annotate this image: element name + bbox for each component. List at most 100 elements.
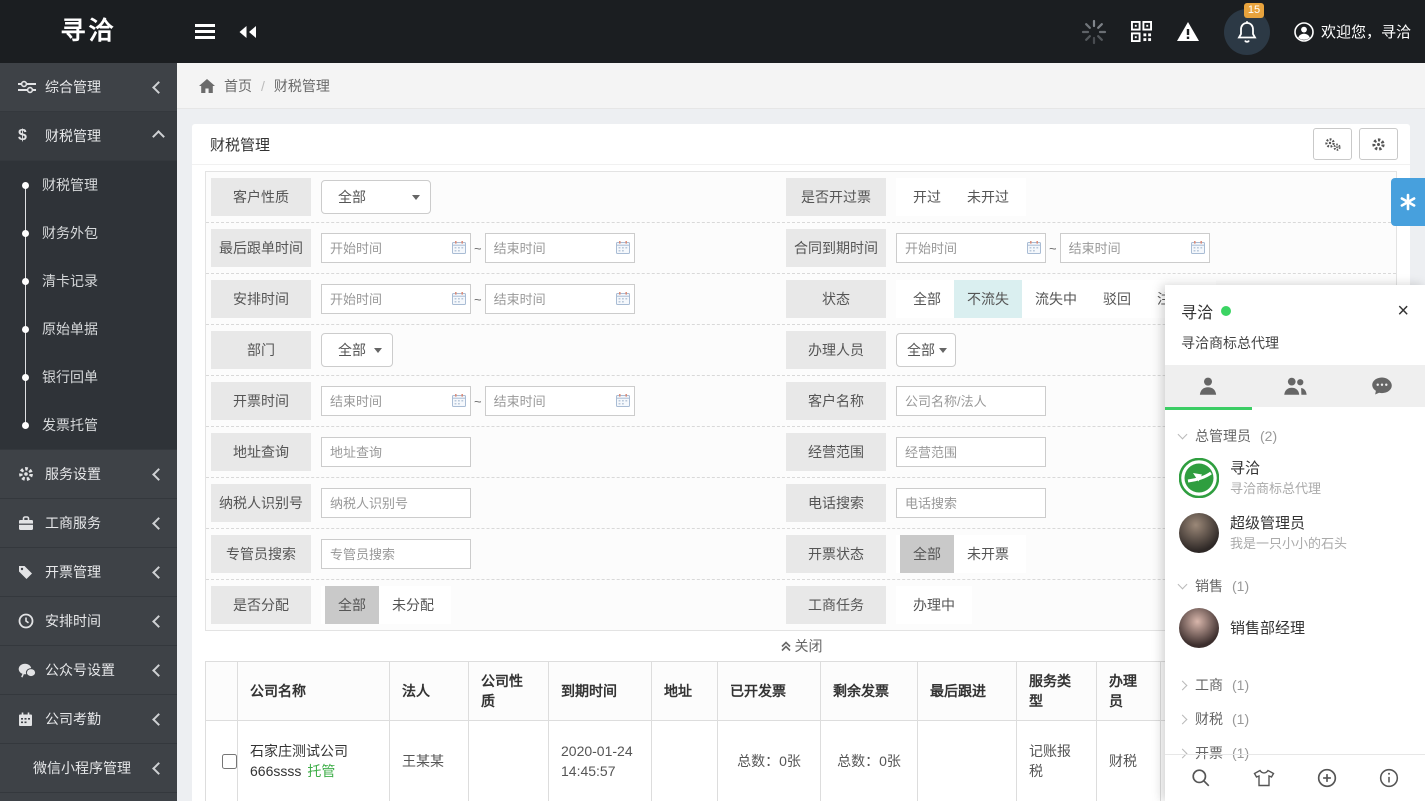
filter-label-customer-name: 客户名称 bbox=[786, 382, 886, 420]
arrange-end-input[interactable] bbox=[485, 284, 635, 314]
contract-expire-start-input[interactable] bbox=[896, 233, 1046, 263]
status-option-losing[interactable]: 流失中 bbox=[1022, 280, 1090, 318]
invoice-time-end-input[interactable] bbox=[485, 386, 635, 416]
sidebar-item-schedule-time[interactable]: 安排时间 bbox=[0, 597, 177, 646]
chevron-right-icon bbox=[1178, 714, 1188, 724]
address-input[interactable] bbox=[321, 437, 471, 467]
info-circle-icon bbox=[1379, 768, 1399, 788]
app-logo[interactable]: 寻洽 bbox=[0, 0, 177, 63]
last-follow-start-input[interactable] bbox=[321, 233, 471, 263]
alerts-button[interactable] bbox=[1176, 21, 1200, 42]
invoice-status-option-none[interactable]: 未开票 bbox=[954, 535, 1022, 573]
sidebar-item-invoicing-management[interactable]: 开票管理 bbox=[0, 548, 177, 597]
sidebar-item-general-management[interactable]: 综合管理 bbox=[0, 63, 177, 112]
notifications-button[interactable]: 15 bbox=[1224, 9, 1270, 55]
calendar-icon[interactable] bbox=[616, 292, 630, 310]
group-sales[interactable]: 销售 (1) bbox=[1165, 567, 1425, 601]
calendar-icon[interactable] bbox=[452, 292, 466, 310]
chat-member-sales-manager[interactable]: 销售部经理 bbox=[1165, 601, 1425, 656]
table-cell-checkbox bbox=[206, 721, 238, 801]
sidebar-item-finance-tax-management[interactable]: $ 财税管理 bbox=[0, 112, 177, 161]
phone-input[interactable] bbox=[896, 488, 1046, 518]
submenu-item-invoice-custody[interactable]: 发票托管 bbox=[0, 401, 177, 449]
calendar-icon[interactable] bbox=[616, 241, 630, 259]
wechat-icon bbox=[18, 663, 45, 678]
table-cell-invoiced: 总数：0张 bbox=[718, 721, 821, 801]
column-settings-button[interactable] bbox=[1313, 128, 1352, 160]
home-icon bbox=[199, 79, 215, 93]
invoiced-ever-option-yes[interactable]: 开过 bbox=[900, 178, 954, 216]
assigned-option-all[interactable]: 全部 bbox=[325, 586, 379, 624]
calendar-icon[interactable] bbox=[1191, 241, 1205, 259]
qr-code-button[interactable] bbox=[1131, 21, 1152, 42]
online-status-dot bbox=[1221, 306, 1231, 316]
row-checkbox[interactable] bbox=[222, 754, 237, 769]
calendar-icon[interactable] bbox=[616, 394, 630, 412]
tab-messages[interactable] bbox=[1338, 365, 1425, 407]
chat-info-button[interactable] bbox=[1379, 768, 1399, 788]
settings-button[interactable] bbox=[1359, 128, 1398, 160]
tab-groups[interactable] bbox=[1252, 365, 1339, 407]
department-select[interactable]: 全部 bbox=[321, 333, 393, 367]
submenu-item-bank-receipts[interactable]: 银行回单 bbox=[0, 353, 177, 401]
table-header-expire-time: 到期时间 bbox=[549, 662, 652, 721]
status-option-rejected[interactable]: 驳回 bbox=[1090, 280, 1144, 318]
filter-label-status: 状态 bbox=[786, 280, 886, 318]
panel-header: 财税管理 bbox=[192, 124, 1410, 165]
taxpayer-id-input[interactable] bbox=[321, 488, 471, 518]
sidebar-item-label: 工商服务 bbox=[45, 513, 154, 533]
sidebar-item-business-services[interactable]: 工商服务 bbox=[0, 499, 177, 548]
sidebar-item-wechat-miniprogram-management[interactable]: 微信小程序管理 bbox=[0, 744, 177, 793]
refresh-spinner-button[interactable] bbox=[1081, 19, 1107, 45]
chat-close-button[interactable]: × bbox=[1397, 301, 1409, 321]
quick-action-float-button[interactable] bbox=[1391, 178, 1425, 226]
sidebar-item-company-attendance[interactable]: 公司考勤 bbox=[0, 695, 177, 744]
business-scope-input[interactable] bbox=[896, 437, 1046, 467]
invoice-time-start-input[interactable] bbox=[321, 386, 471, 416]
group-finance-tax[interactable]: 财税 (1) bbox=[1165, 700, 1425, 734]
customer-name-input[interactable] bbox=[896, 386, 1046, 416]
contract-expire-end-input[interactable] bbox=[1060, 233, 1210, 263]
arrange-start-input[interactable] bbox=[321, 284, 471, 314]
handler-select[interactable]: 全部 bbox=[896, 333, 956, 367]
calendar-icon[interactable] bbox=[452, 394, 466, 412]
last-follow-end-input[interactable] bbox=[485, 233, 635, 263]
submenu-item-finance-tax[interactable]: 财税管理 bbox=[0, 161, 177, 209]
status-option-all[interactable]: 全部 bbox=[900, 280, 954, 318]
submenu-item-label: 财税管理 bbox=[42, 175, 98, 195]
chevron-left-icon bbox=[152, 468, 165, 481]
chevron-left-icon bbox=[152, 664, 165, 677]
submenu-item-finance-outsourcing[interactable]: 财务外包 bbox=[0, 209, 177, 257]
chat-member-xunqia[interactable]: 寻洽 寻洽商标总代理 bbox=[1165, 451, 1425, 506]
user-menu[interactable]: 欢迎您，寻洽 bbox=[1294, 21, 1411, 42]
sidebar-item-official-account-settings[interactable]: 公众号设置 bbox=[0, 646, 177, 695]
group-admins[interactable]: 总管理员 (2) bbox=[1165, 417, 1425, 451]
chat-add-button[interactable] bbox=[1317, 768, 1337, 788]
tab-contacts[interactable] bbox=[1165, 365, 1252, 407]
group-business[interactable]: 工商 (1) bbox=[1165, 666, 1425, 700]
supervisor-input[interactable] bbox=[321, 539, 471, 569]
company-sub-text: 666ssss bbox=[250, 763, 301, 779]
chat-member-super-admin[interactable]: 超级管理员 我是一只小小的石头 bbox=[1165, 506, 1425, 561]
submenu-item-card-clearing[interactable]: 清卡记录 bbox=[0, 257, 177, 305]
status-option-not-lost[interactable]: 不流失 bbox=[954, 280, 1022, 318]
sidebar-toggle-button[interactable] bbox=[186, 0, 224, 63]
calendar-icon[interactable] bbox=[1027, 241, 1041, 259]
sidebar-item-service-settings[interactable]: 服务设置 bbox=[0, 450, 177, 499]
snowflake-icon bbox=[1399, 193, 1417, 211]
chat-theme-button[interactable] bbox=[1253, 769, 1275, 787]
filter-label-phone: 电话搜索 bbox=[786, 484, 886, 522]
select-value: 全部 bbox=[907, 340, 935, 360]
invoice-status-option-all[interactable]: 全部 bbox=[900, 535, 954, 573]
collapse-all-button[interactable] bbox=[228, 0, 266, 63]
table-cell-address bbox=[652, 721, 718, 801]
customer-nature-select[interactable]: 全部 bbox=[321, 180, 431, 214]
table-cell-remaining: 总数：0张 bbox=[821, 721, 918, 801]
submenu-item-original-documents[interactable]: 原始单据 bbox=[0, 305, 177, 353]
assigned-option-unassigned[interactable]: 未分配 bbox=[379, 586, 447, 624]
calendar-icon[interactable] bbox=[452, 241, 466, 259]
breadcrumb-home-link[interactable]: 首页 bbox=[224, 76, 252, 96]
chat-search-button[interactable] bbox=[1191, 768, 1211, 788]
business-task-option-processing[interactable]: 办理中 bbox=[900, 586, 968, 624]
invoiced-ever-option-no[interactable]: 未开过 bbox=[954, 178, 1022, 216]
